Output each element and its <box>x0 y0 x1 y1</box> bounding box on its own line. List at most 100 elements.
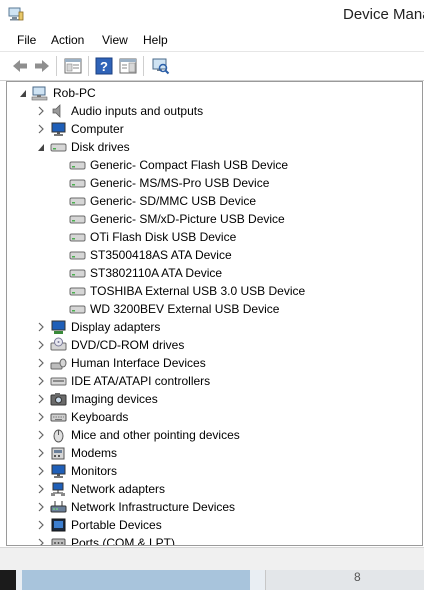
tree-node-label: Human Interface Devices <box>71 356 206 370</box>
taskbar-active-segment[interactable] <box>22 570 250 590</box>
tree-node-label: Modems <box>71 446 118 460</box>
tree-root-row[interactable]: Rob-PC <box>7 84 422 102</box>
disk-drive-icon <box>50 143 67 152</box>
help-icon[interactable]: ? <box>94 56 114 76</box>
keyboard-icon <box>50 413 67 422</box>
tree-child-label: OTi Flash Disk USB Device <box>90 230 237 244</box>
menu-help[interactable]: Help <box>143 33 168 47</box>
expand-arrow-icon[interactable] <box>37 466 45 476</box>
camera-icon <box>50 393 67 406</box>
disk-drive-icon <box>69 287 86 296</box>
window-title: Device Mana <box>343 6 424 23</box>
taskbar-segment[interactable]: 8 <box>265 570 424 590</box>
tree-node-network-adapters[interactable]: Network adapters <box>7 480 422 498</box>
expand-arrow-icon[interactable] <box>37 376 45 386</box>
tree-node-monitors[interactable]: Monitors <box>7 462 422 480</box>
expand-arrow-icon[interactable] <box>37 520 45 530</box>
menu-view[interactable]: View <box>102 33 128 47</box>
hid-icon <box>50 358 67 370</box>
speaker-icon <box>52 104 61 118</box>
tree-child-device[interactable]: Generic- MS/MS-Pro USB Device <box>7 174 422 192</box>
ide-controller-icon <box>50 377 67 386</box>
portable-device-icon <box>51 518 66 532</box>
monitor-icon <box>51 464 66 478</box>
tree-child-device[interactable]: WD 3200BEV External USB Device <box>7 300 422 318</box>
tree-child-device[interactable]: Generic- SD/MMC USB Device <box>7 192 422 210</box>
tree-node-label: DVD/CD-ROM drives <box>71 338 185 352</box>
expand-arrow-icon[interactable] <box>37 394 45 404</box>
status-bar <box>0 547 424 570</box>
tree-node-keyboards[interactable]: Keyboards <box>7 408 422 426</box>
tree-node-dvd-drives[interactable]: DVD/CD-ROM drives <box>7 336 422 354</box>
tree-child-device[interactable]: Generic- SM/xD-Picture USB Device <box>7 210 422 228</box>
tree-child-label: Generic- SD/MMC USB Device <box>90 194 257 208</box>
expand-arrow-icon[interactable] <box>37 430 45 440</box>
tree-node-label: Imaging devices <box>71 392 158 406</box>
display-adapter-icon <box>51 320 66 334</box>
tree-child-device[interactable]: OTi Flash Disk USB Device <box>7 228 422 246</box>
tree-node-ide-controllers[interactable]: IDE ATA/ATAPI controllers <box>7 372 422 390</box>
svg-text:?: ? <box>100 59 108 74</box>
tree-child-label: WD 3200BEV External USB Device <box>90 302 280 316</box>
tree-node-modems[interactable]: Modems <box>7 444 422 462</box>
taskbar-edge <box>0 570 16 590</box>
mouse-icon <box>53 429 64 443</box>
expand-arrow-icon[interactable] <box>37 124 45 134</box>
expand-arrow-icon[interactable] <box>37 538 45 546</box>
properties-window-icon[interactable] <box>63 56 83 76</box>
tree-node-computer[interactable]: Computer <box>7 120 422 138</box>
tree-node-disk-drives[interactable]: Disk drives <box>7 138 422 156</box>
tree-child-device[interactable]: TOSHIBA External USB 3.0 USB Device <box>7 282 422 300</box>
disk-drive-icon <box>69 197 86 206</box>
forward-arrow-icon[interactable] <box>32 56 52 76</box>
title-bar: Device Mana <box>0 0 424 30</box>
tree-node-audio[interactable]: Audio inputs and outputs <box>7 102 422 120</box>
tree-node-hid[interactable]: Human Interface Devices <box>7 354 422 372</box>
tree-node-label: Disk drives <box>71 140 130 154</box>
tree-child-device[interactable]: ST3500418AS ATA Device <box>7 246 422 264</box>
tree-child-device[interactable]: Generic- Compact Flash USB Device <box>7 156 422 174</box>
expand-arrow-icon[interactable] <box>37 502 45 512</box>
expand-arrow-icon[interactable] <box>37 412 45 422</box>
tree-node-label: Computer <box>71 122 124 136</box>
device-tree[interactable]: Rob-PC Audio inputs and outputs Computer… <box>6 81 423 546</box>
tree-node-label: IDE ATA/ATAPI controllers <box>71 374 211 388</box>
toolbar: ? <box>0 52 424 81</box>
back-arrow-icon[interactable] <box>10 56 30 76</box>
tree-child-label: TOSHIBA External USB 3.0 USB Device <box>90 284 306 298</box>
tree-node-mice[interactable]: Mice and other pointing devices <box>7 426 422 444</box>
expand-arrow-icon[interactable] <box>37 484 45 494</box>
collapse-arrow-icon[interactable] <box>19 88 27 98</box>
tree-node-ports[interactable]: Ports (COM & LPT) <box>7 534 422 546</box>
tree-child-label: ST3500418AS ATA Device <box>90 248 232 262</box>
network-adapter-icon <box>51 482 65 496</box>
expand-arrow-icon[interactable] <box>37 340 45 350</box>
tree-node-portable-devices[interactable]: Portable Devices <box>7 516 422 534</box>
action-pane-icon[interactable] <box>118 56 138 76</box>
expand-arrow-icon[interactable] <box>37 106 45 116</box>
expand-arrow-icon[interactable] <box>37 322 45 332</box>
disk-drive-icon <box>69 179 86 188</box>
tree-child-device[interactable]: ST3802110A ATA Device <box>7 264 422 282</box>
device-manager-app-icon <box>8 7 24 21</box>
disk-drive-icon <box>69 305 86 314</box>
tree-node-label: Portable Devices <box>71 518 162 532</box>
tree-node-network-infrastructure[interactable]: Network Infrastructure Devices <box>7 498 422 516</box>
toolbar-separator <box>56 56 57 76</box>
tree-node-label: Monitors <box>71 464 118 478</box>
disk-drive-icon <box>69 215 86 224</box>
computer-icon <box>31 86 48 101</box>
expand-arrow-icon[interactable] <box>37 448 45 458</box>
menu-file[interactable]: File <box>17 33 36 47</box>
menu-bar: File Action View Help <box>0 30 424 52</box>
disk-drive-icon <box>69 269 86 278</box>
tree-node-imaging-devices[interactable]: Imaging devices <box>7 390 422 408</box>
expand-arrow-icon[interactable] <box>37 358 45 368</box>
tree-node-display-adapters[interactable]: Display adapters <box>7 318 422 336</box>
menu-action[interactable]: Action <box>51 33 84 47</box>
collapse-arrow-icon[interactable] <box>37 142 45 152</box>
scan-hardware-icon[interactable] <box>150 56 170 76</box>
disk-drive-icon <box>69 233 86 242</box>
tree-node-label: Mice and other pointing devices <box>71 428 240 442</box>
tree-node-label: Keyboards <box>71 410 129 424</box>
